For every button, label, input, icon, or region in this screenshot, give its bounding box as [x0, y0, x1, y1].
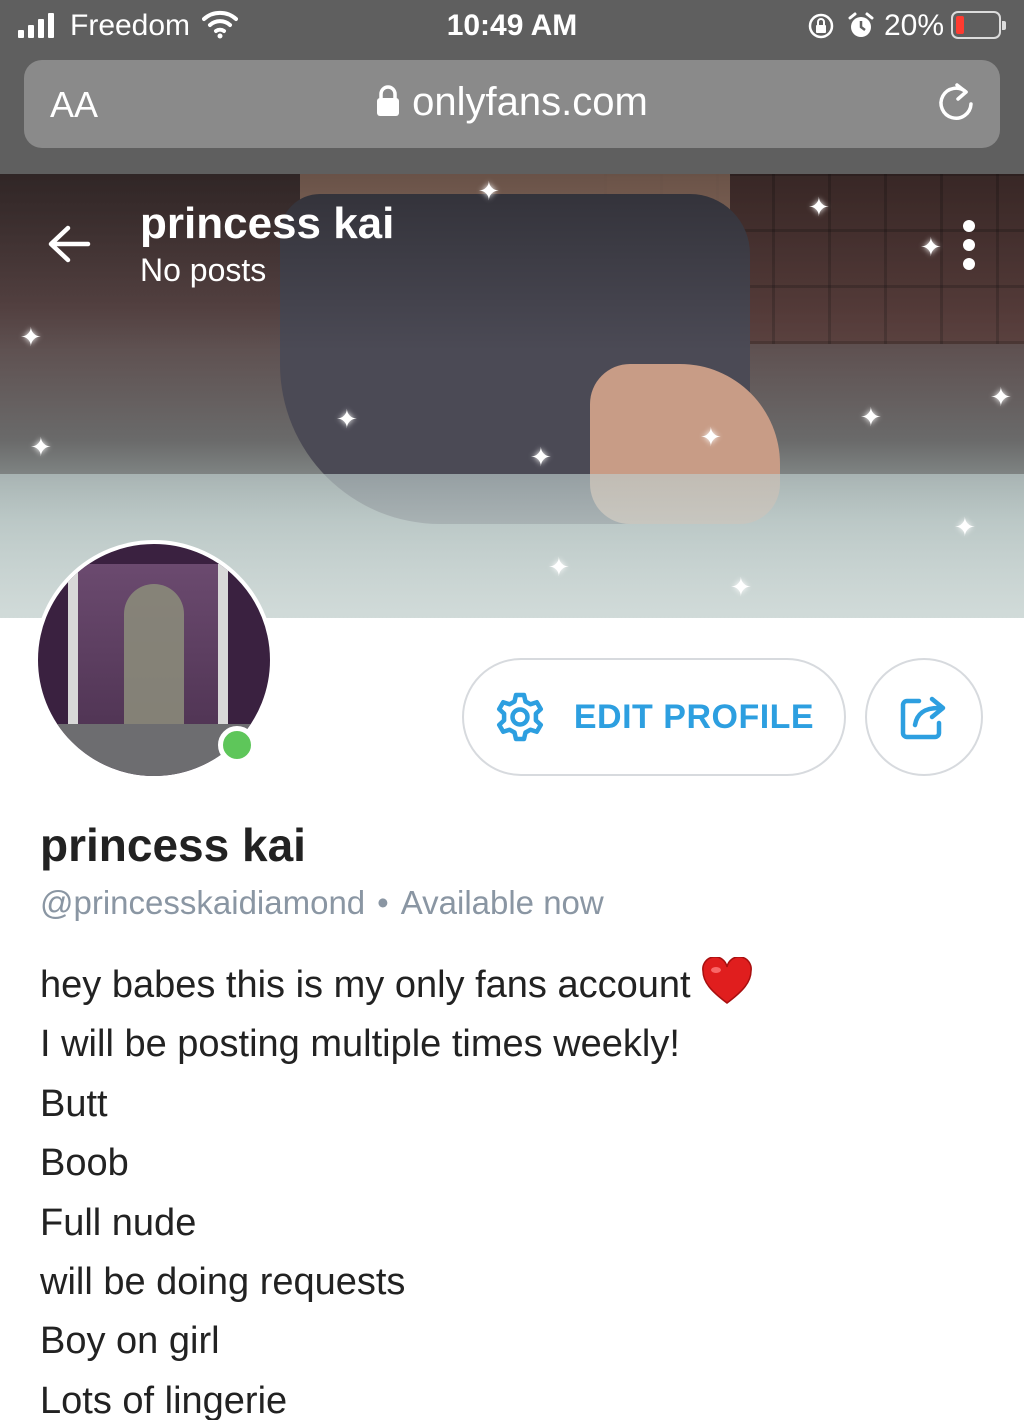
availability-status: Available now — [400, 884, 604, 921]
share-icon — [900, 696, 946, 740]
separator-dot: • — [377, 884, 389, 921]
back-arrow-icon[interactable] — [44, 222, 94, 266]
username-handle[interactable]: @princesskaidiamond — [40, 884, 365, 921]
bio-line: Boy on girl — [40, 1320, 220, 1363]
profile-bio: hey babes this is my only fans account I… — [40, 956, 1000, 1420]
battery-icon — [951, 11, 1006, 39]
padlock-icon — [377, 85, 400, 116]
status-bar: Freedom 10:49 AM 20% — [0, 0, 1024, 52]
reload-icon[interactable] — [936, 82, 978, 126]
share-button[interactable] — [865, 658, 983, 776]
edit-profile-label: EDIT PROFILE — [573, 697, 815, 736]
handle-line: @princesskaidiamond • Available now — [40, 884, 604, 922]
edit-profile-button[interactable]: EDIT PROFILE — [462, 658, 846, 776]
address-bar[interactable]: AA onlyfans.com — [24, 60, 1000, 148]
gear-icon — [496, 692, 543, 742]
more-vertical-icon[interactable] — [958, 220, 980, 270]
online-status-dot — [218, 726, 256, 764]
post-count: No posts — [140, 252, 267, 288]
bio-line: will be doing requests — [40, 1261, 406, 1304]
browser-chrome: Freedom 10:49 AM 20% AA onlyfans.com — [0, 0, 1024, 174]
url-field[interactable]: onlyfans.com — [24, 80, 1000, 125]
url-text: onlyfans.com — [412, 80, 648, 124]
bio-line: I will be posting multiple times weekly! — [40, 1023, 680, 1066]
alarm-icon — [848, 12, 874, 37]
rotation-lock-icon — [808, 13, 834, 39]
bio-line: Full nude — [40, 1201, 197, 1244]
header-title: princess kai — [140, 199, 395, 248]
bio-line: Boob — [40, 1142, 129, 1185]
battery-percent: 20% — [884, 9, 945, 42]
profile-name: princess kai — [40, 819, 306, 871]
bio-line: Lots of lingerie — [40, 1379, 288, 1420]
heart-icon — [701, 957, 752, 1004]
bio-line: hey babes this is my only fans account — [40, 956, 1000, 1015]
bio-line: Butt — [40, 1082, 108, 1125]
profile-header: princess kai No posts — [0, 174, 1024, 304]
